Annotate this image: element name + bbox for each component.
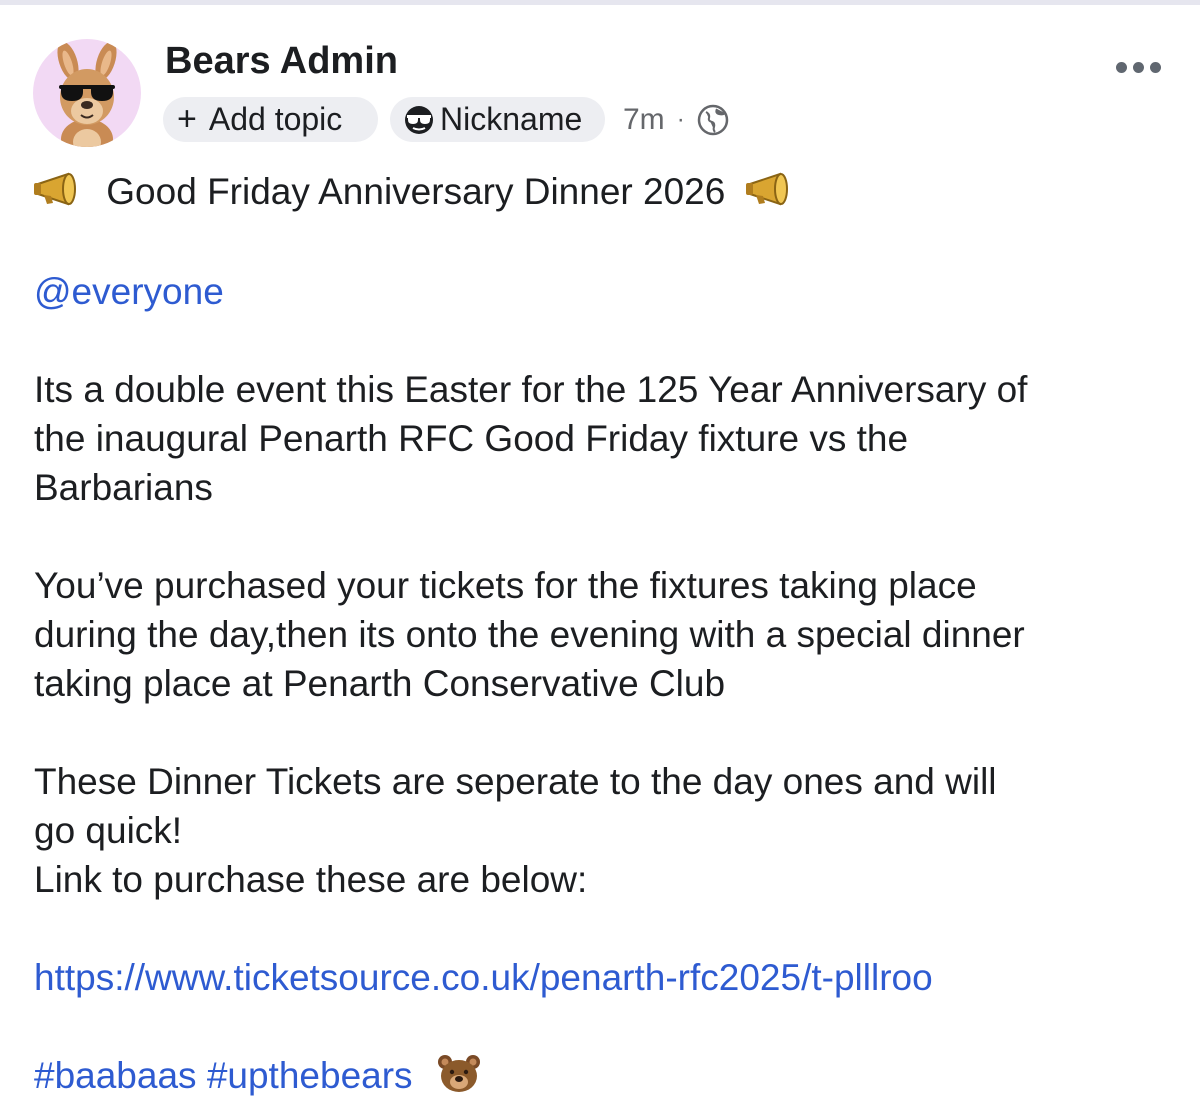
more-dot	[1150, 62, 1161, 73]
plus-icon: +	[177, 100, 197, 138]
post-meta: + Add topic Nickname 7m ·	[163, 97, 729, 142]
post-title-line: Good Friday Anniversary Dinner 2026	[34, 170, 796, 220]
author-name[interactable]: Bears Admin	[165, 38, 398, 84]
mention-everyone[interactable]: @everyone	[34, 270, 224, 314]
paragraph-line: Link to purchase these are below:	[34, 859, 588, 900]
nickname-badge[interactable]: Nickname	[390, 97, 605, 142]
post-timestamp[interactable]: 7m	[623, 103, 665, 137]
megaphone-icon	[745, 170, 796, 220]
paragraph-line: during the day,then its onto the evening…	[34, 614, 1025, 655]
hashtags-line: #baabaas #upthebears	[34, 1054, 481, 1104]
add-topic-label: Add topic	[208, 101, 343, 137]
more-options-button[interactable]	[1116, 62, 1161, 73]
paragraph-line: taking place at Penarth Conservative Clu…	[34, 663, 726, 704]
paragraph-line: You’ve purchased your tickets for the fi…	[34, 565, 977, 606]
author-avatar[interactable]	[33, 39, 141, 147]
kangaroo-avatar-icon	[57, 41, 117, 147]
paragraph-line: Barbarians	[34, 467, 213, 508]
paragraph-line: the inaugural Penarth RFC Good Friday fi…	[34, 418, 909, 459]
globe-icon[interactable]	[697, 104, 729, 136]
post-title: Good Friday Anniversary Dinner 2026	[106, 171, 726, 212]
more-dot	[1133, 62, 1144, 73]
megaphone-icon	[34, 170, 84, 220]
add-topic-button[interactable]: + Add topic	[163, 97, 378, 142]
post-card: Bears Admin + Add topic Nickname 7m · Go…	[0, 0, 1200, 1118]
paragraph-line: Its a double event this Easter for the 1…	[34, 369, 1028, 410]
paragraph-line: go quick!	[34, 810, 183, 851]
paragraph-line: These Dinner Tickets are seperate to the…	[34, 761, 997, 802]
sunglasses-icon	[402, 105, 436, 135]
nickname-label: Nickname	[440, 101, 583, 137]
ticket-link[interactable]: https://www.ticketsource.co.uk/penarth-r…	[34, 956, 933, 1000]
bear-face-icon	[437, 1054, 481, 1104]
more-dot	[1116, 62, 1127, 73]
hashtags[interactable]: #baabaas #upthebears	[34, 1055, 413, 1096]
meta-separator: ·	[676, 105, 685, 133]
